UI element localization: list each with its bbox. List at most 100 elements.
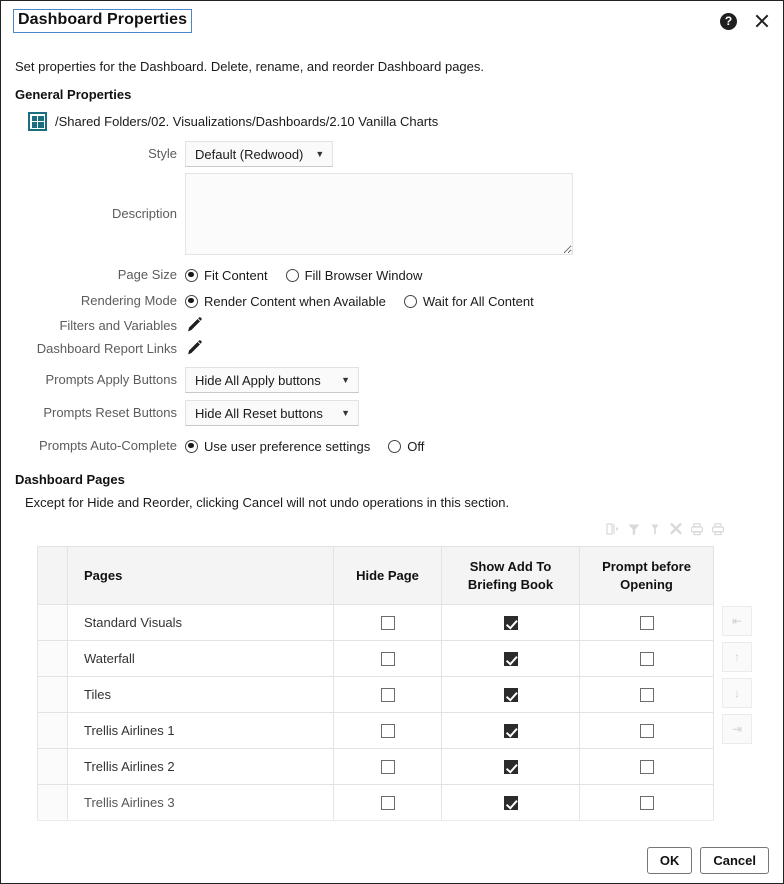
- description-row: Description: [15, 173, 769, 255]
- move-to-top-button[interactable]: ⇤: [722, 606, 752, 636]
- prompts-auto-complete-row: Prompts Auto-Complete Use user preferenc…: [15, 433, 769, 459]
- hide-page-checkbox[interactable]: [380, 616, 395, 631]
- row-select-cell[interactable]: [37, 784, 68, 821]
- show-add-to-briefing-book-checkbox[interactable]: [503, 760, 518, 775]
- column-header-hide-page: Hide Page: [333, 546, 442, 605]
- table-row[interactable]: Trellis Airlines 3: [37, 784, 714, 821]
- print-pdf-icon[interactable]: [690, 522, 704, 536]
- prompt-before-opening-cell: [579, 676, 714, 713]
- prompt-before-opening-checkbox[interactable]: [639, 760, 654, 775]
- row-select-cell[interactable]: [37, 712, 68, 749]
- show-add-to-briefing-book-checkbox[interactable]: [503, 616, 518, 631]
- print-html-icon[interactable]: [711, 522, 725, 536]
- copy-page-icon[interactable]: [606, 522, 620, 536]
- prompts-reset-buttons-select[interactable]: Hide All Reset buttons ▼: [185, 400, 359, 426]
- row-select-cell[interactable]: [37, 748, 68, 785]
- table-row[interactable]: Waterfall: [37, 640, 714, 677]
- hide-page-checkbox[interactable]: [380, 796, 395, 811]
- column-header-prompt-before-opening: Prompt before Opening: [579, 546, 714, 605]
- page-name: Waterfall: [67, 640, 334, 677]
- rendering-mode-option-wait-for-all-content[interactable]: Wait for All Content: [403, 293, 534, 309]
- description-label: Description: [111, 206, 177, 221]
- page-name: Standard Visuals: [67, 604, 334, 641]
- filters-and-variables-row: Filters and Variables: [15, 315, 769, 337]
- style-select[interactable]: Default (Redwood) ▼: [185, 141, 334, 167]
- page-title: Dashboard Properties: [18, 11, 188, 29]
- page-size-option-fit-content[interactable]: Fit Content: [185, 268, 268, 283]
- column-header-pages: Pages: [67, 546, 334, 605]
- move-down-button[interactable]: ↓: [722, 678, 752, 708]
- close-icon[interactable]: [753, 12, 771, 30]
- prompts-auto-complete-option-off[interactable]: Off: [388, 439, 424, 454]
- page-size-radio-group: Fit Content Fill Browser Window: [185, 262, 769, 288]
- table-row[interactable]: Trellis Airlines 2: [37, 748, 714, 785]
- show-add-to-briefing-book-checkbox[interactable]: [503, 652, 518, 667]
- prompts-auto-complete-option-user-preference[interactable]: Use user preference settings: [185, 439, 370, 454]
- rendering-mode-option-label: Render Content when Available: [204, 293, 386, 309]
- column-header-select: [37, 546, 68, 605]
- hide-page-checkbox[interactable]: [380, 688, 395, 703]
- prompt-before-opening-cell: [579, 712, 714, 749]
- dashboard-pages-table: Pages Hide Page Show Add To Briefing Boo…: [37, 546, 714, 821]
- pencil-edit-icon[interactable]: [185, 338, 203, 360]
- show-add-to-briefing-book-checkbox[interactable]: [503, 796, 518, 811]
- page-size-option-label: Fit Content: [204, 267, 268, 283]
- row-select-cell[interactable]: [37, 604, 68, 641]
- hide-page-cell: [333, 712, 442, 749]
- dashboard-path: /Shared Folders/02. Visualizations/Dashb…: [55, 114, 439, 129]
- show-add-to-briefing-book-cell: [441, 604, 580, 641]
- row-select-cell[interactable]: [37, 676, 68, 713]
- prompt-before-opening-checkbox[interactable]: [639, 652, 654, 667]
- page-name: Trellis Airlines 1: [67, 712, 334, 749]
- style-label: Style: [148, 146, 177, 161]
- show-add-to-briefing-book-checkbox[interactable]: [503, 688, 518, 703]
- prompt-before-opening-checkbox[interactable]: [639, 616, 654, 631]
- radio-indicator: [388, 439, 402, 453]
- hide-page-checkbox[interactable]: [380, 652, 395, 667]
- hide-page-checkbox[interactable]: [380, 724, 395, 739]
- prompt-before-opening-cell: [579, 604, 714, 641]
- table-row[interactable]: Tiles: [37, 676, 714, 713]
- rendering-mode-option-label: Wait for All Content: [422, 293, 534, 309]
- table-row[interactable]: Trellis Airlines 1: [37, 712, 714, 749]
- page-size-row: Page Size Fit Content Fill Browser Windo…: [15, 262, 769, 288]
- prompt-before-opening-checkbox[interactable]: [639, 688, 654, 703]
- prompt-before-opening-checkbox[interactable]: [639, 724, 654, 739]
- dashboard-pages-toolbar: [15, 518, 725, 540]
- table-header-row: Pages Hide Page Show Add To Briefing Boo…: [37, 546, 714, 605]
- hide-page-cell: [333, 784, 442, 821]
- prompts-auto-complete-label: Prompts Auto-Complete: [38, 438, 177, 453]
- move-to-bottom-button[interactable]: ⇥: [722, 714, 752, 744]
- table-header: Pages Hide Page Show Add To Briefing Boo…: [37, 546, 714, 605]
- chevron-down-icon: ▼: [341, 407, 350, 418]
- prompt-before-opening-checkbox[interactable]: [639, 796, 654, 811]
- table-row[interactable]: Standard Visuals: [37, 604, 714, 641]
- show-add-to-briefing-book-checkbox[interactable]: [503, 724, 518, 739]
- remove-filter-icon[interactable]: [648, 522, 662, 536]
- chevron-down-icon: ▼: [341, 374, 350, 385]
- description-input[interactable]: [185, 173, 573, 255]
- prompt-before-opening-cell: [579, 640, 714, 677]
- move-up-button[interactable]: ↑: [722, 642, 752, 672]
- ok-button[interactable]: OK: [646, 846, 693, 874]
- cancel-button[interactable]: Cancel: [700, 846, 769, 874]
- page-size-option-label: Fill Browser Window: [304, 267, 423, 283]
- prompts-apply-buttons-select[interactable]: Hide All Apply buttons ▼: [185, 367, 359, 393]
- dashboard-pages-table-wrap: Pages Hide Page Show Add To Briefing Boo…: [37, 546, 769, 821]
- pencil-edit-icon[interactable]: [185, 315, 203, 337]
- page-name: Tiles: [67, 676, 334, 713]
- hide-page-checkbox[interactable]: [380, 760, 395, 775]
- dashboard-path-row: /Shared Folders/02. Visualizations/Dashb…: [28, 112, 769, 131]
- row-select-cell[interactable]: [37, 640, 68, 677]
- hide-page-cell: [333, 604, 442, 641]
- page-title-focus-ring: Dashboard Properties: [13, 9, 193, 33]
- page-size-option-fill-browser-window[interactable]: Fill Browser Window: [285, 267, 423, 283]
- filter-icon[interactable]: [627, 522, 641, 536]
- hide-page-cell: [333, 640, 442, 677]
- help-circle-icon[interactable]: ?: [720, 12, 737, 30]
- prompt-before-opening-cell: [579, 784, 714, 821]
- delete-icon[interactable]: [669, 522, 683, 536]
- radio-indicator: [185, 439, 198, 453]
- dashboard-pages-heading: Dashboard Pages: [15, 472, 125, 487]
- rendering-mode-option-render-when-available[interactable]: Render Content when Available: [185, 294, 386, 309]
